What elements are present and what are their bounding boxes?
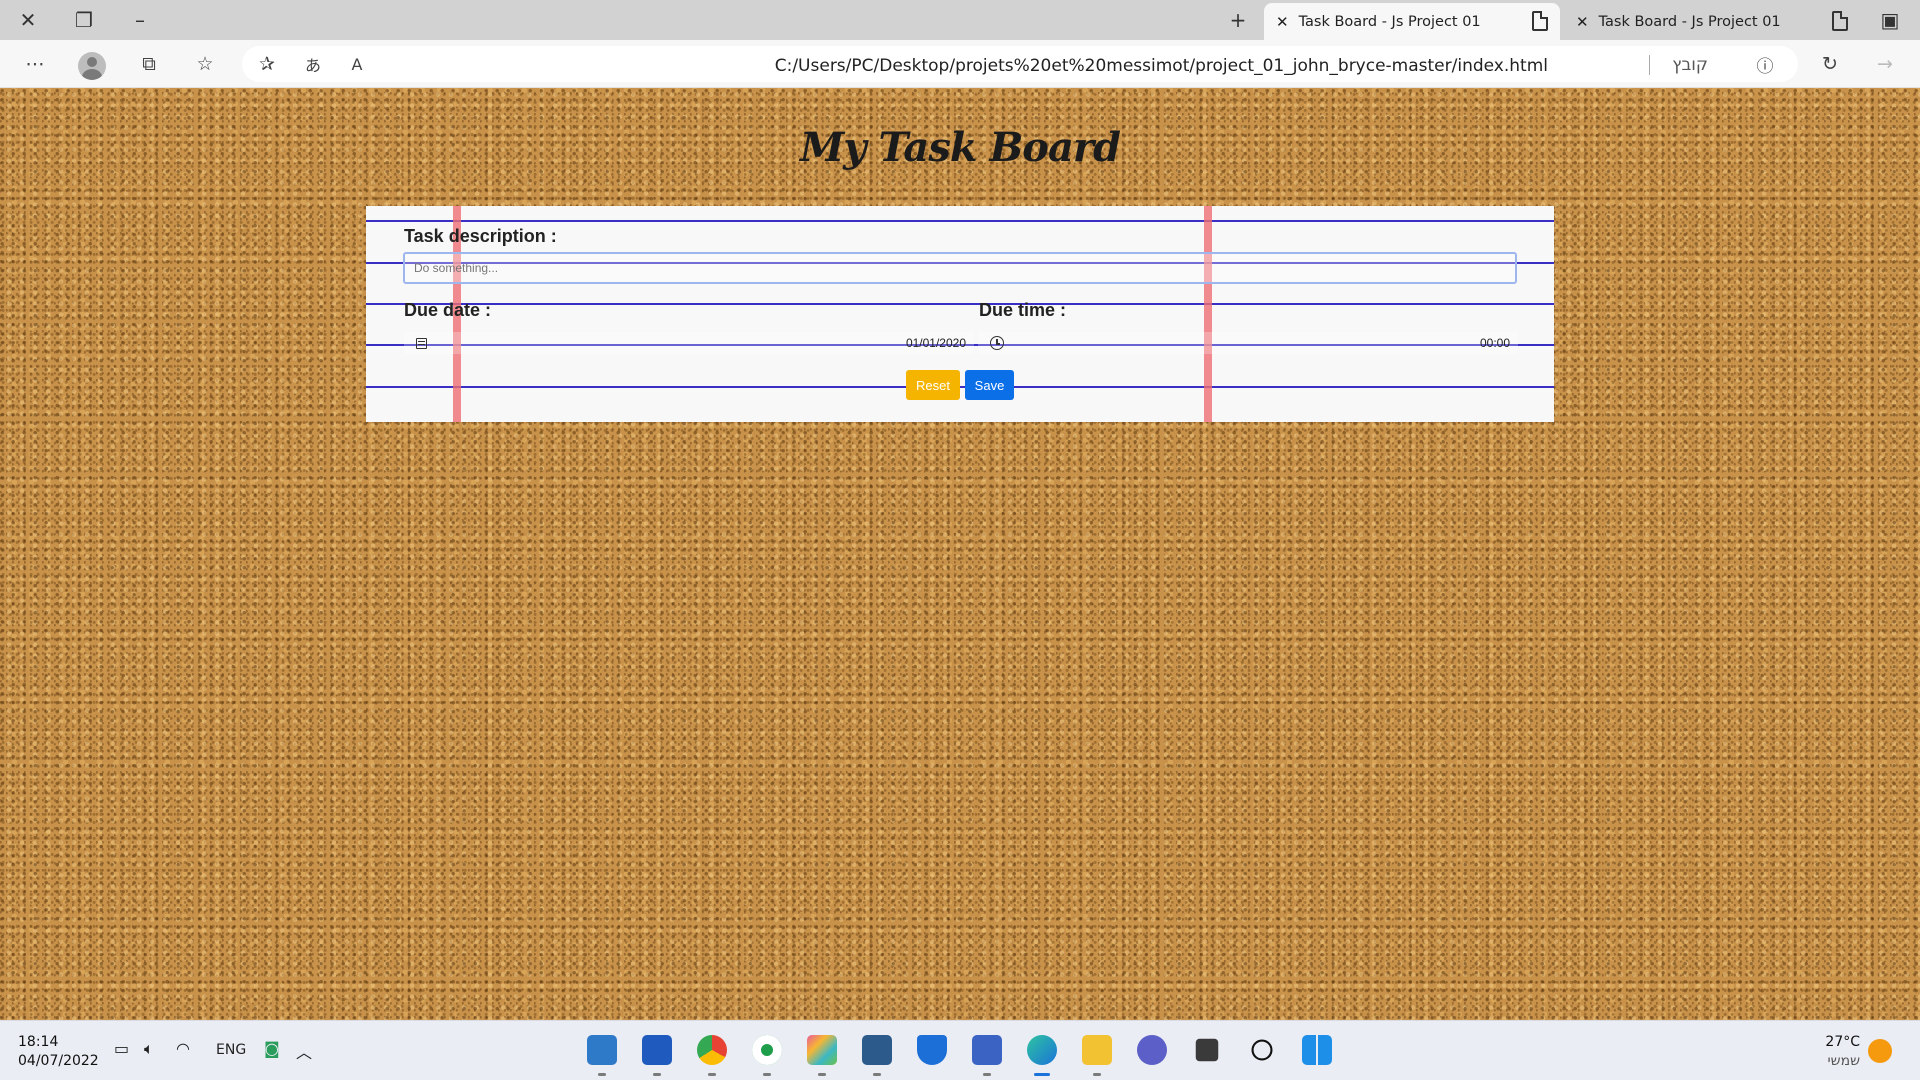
- minimize-icon[interactable]: –: [118, 0, 162, 40]
- task-description-label: Task description :: [404, 226, 557, 246]
- divider: [1649, 55, 1650, 75]
- clock-time: 18:14: [18, 1034, 59, 1050]
- due-time-input[interactable]: 00:00: [978, 332, 1518, 354]
- read-aloud-icon[interactable]: A: [342, 50, 372, 78]
- running-indicator: [818, 1073, 826, 1076]
- clock-icon[interactable]: [990, 336, 1004, 350]
- git-kraken-icon[interactable]: [807, 1035, 837, 1065]
- ruled-line: [366, 220, 1554, 222]
- ruled-line: [366, 386, 1554, 388]
- due-time-label: Due time :: [979, 300, 1067, 320]
- favorites-icon[interactable]: ☆: [190, 50, 220, 78]
- page-title: My Task Board: [800, 124, 1121, 171]
- refresh-icon[interactable]: ↻: [1815, 50, 1845, 78]
- taskbar-clock[interactable]: 18:14 04/07/2022: [18, 1033, 99, 1071]
- volume-icon[interactable]: 🔈︎: [144, 1039, 154, 1059]
- chrome-icon[interactable]: [697, 1035, 727, 1065]
- file-explorer-icon[interactable]: [1082, 1035, 1112, 1065]
- tab-actions-icon[interactable]: ▣: [1868, 0, 1912, 40]
- edge-icon[interactable]: [1027, 1035, 1057, 1065]
- active-indicator: [1034, 1073, 1050, 1076]
- tab-close-icon[interactable]: ✕: [1576, 13, 1589, 31]
- temperature: 27°C: [1825, 1034, 1860, 1050]
- taskbar: 18:14 04/07/2022 ▭ 🔈︎ ◠ ENG ◙ ︿ 27°C שמש…: [0, 1020, 1920, 1080]
- tab-close-icon[interactable]: ✕: [1276, 13, 1289, 31]
- task-description-input[interactable]: Do something...: [403, 252, 1517, 284]
- wifi-icon[interactable]: ◠: [176, 1039, 190, 1058]
- start-icon[interactable]: [1302, 1035, 1332, 1065]
- running-indicator: [873, 1073, 881, 1076]
- cork-board: My Task Board Task description : Do some…: [0, 88, 1920, 1020]
- running-indicator: [1093, 1073, 1101, 1076]
- photos-icon[interactable]: [587, 1035, 617, 1065]
- battery-icon[interactable]: ▭: [114, 1039, 129, 1058]
- save-button[interactable]: Save: [965, 370, 1014, 400]
- browser-tab-active[interactable]: ✕ Task Board - Js Project 01: [1264, 3, 1560, 40]
- address-bar[interactable]: ✰ あ A C:/Users/PC/Desktop/projets%20et%2…: [242, 46, 1798, 82]
- sun-icon: [1868, 1039, 1892, 1063]
- due-time-value: 00:00: [1479, 336, 1510, 350]
- url-text[interactable]: C:/Users/PC/Desktop/projets%20et%20messi…: [775, 56, 1548, 76]
- running-indicator: [763, 1073, 771, 1076]
- word-icon[interactable]: [642, 1035, 672, 1065]
- forward-icon: →: [1877, 53, 1893, 75]
- weather-text: שמשי: [1827, 1053, 1860, 1069]
- more-icon[interactable]: ⋯: [20, 50, 50, 78]
- due-date-value: 01/01/2020: [905, 336, 966, 350]
- collections-icon[interactable]: ⧉: [134, 50, 164, 78]
- search-icon[interactable]: [1251, 1039, 1273, 1061]
- language-indicator[interactable]: ENG: [216, 1042, 246, 1058]
- running-indicator: [983, 1073, 991, 1076]
- running-indicator: [598, 1073, 606, 1076]
- running-indicator: [708, 1073, 716, 1076]
- tab-title: Task Board - Js Project 01: [1598, 13, 1781, 30]
- new-tab-icon[interactable]: +: [1216, 0, 1260, 40]
- clock-date: 04/07/2022: [18, 1053, 99, 1069]
- chevron-up-icon[interactable]: ︿: [296, 1039, 312, 1063]
- reset-button[interactable]: Reset: [906, 370, 960, 400]
- browser-toolbar: ⋯ ⧉ ☆ ✰ あ A C:/Users/PC/Desktop/projets%…: [0, 40, 1920, 88]
- calendar-icon[interactable]: [416, 338, 427, 349]
- running-indicator: [653, 1073, 661, 1076]
- browser-tab-bar: ✕ ❐ – + ✕ Task Board - Js Project 01 ✕ T…: [0, 0, 1920, 40]
- due-date-label: Due date :: [404, 300, 492, 320]
- tray-app-icon[interactable]: ◙: [264, 1039, 280, 1058]
- mongodb-compass-icon[interactable]: [752, 1035, 782, 1065]
- info-icon[interactable]: ⓘ: [1750, 50, 1780, 78]
- mysql-workbench-icon[interactable]: [862, 1035, 892, 1065]
- defender-icon[interactable]: [917, 1035, 947, 1065]
- add-favorite-icon[interactable]: ✰: [252, 50, 282, 78]
- profile-icon[interactable]: [78, 52, 106, 80]
- translate-icon[interactable]: あ: [298, 50, 328, 78]
- tab-title: Task Board - Js Project 01: [1298, 13, 1481, 30]
- ruled-line: [366, 303, 1554, 305]
- url-scheme-label: קובץ: [1672, 55, 1708, 75]
- chat-icon[interactable]: [1137, 1035, 1167, 1065]
- browser-tab[interactable]: ✕ Task Board - Js Project 01: [1564, 3, 1860, 40]
- store-icon[interactable]: [972, 1035, 1002, 1065]
- document-icon: [1532, 11, 1548, 31]
- restore-icon[interactable]: ❐: [62, 0, 106, 40]
- task-view-icon[interactable]: [1195, 1038, 1219, 1062]
- due-date-input[interactable]: 01/01/2020: [404, 332, 974, 354]
- close-icon[interactable]: ✕: [6, 0, 50, 40]
- task-form: Task description : Do something... Due d…: [366, 206, 1554, 422]
- document-icon: [1832, 11, 1848, 31]
- margin-line: [1204, 206, 1212, 422]
